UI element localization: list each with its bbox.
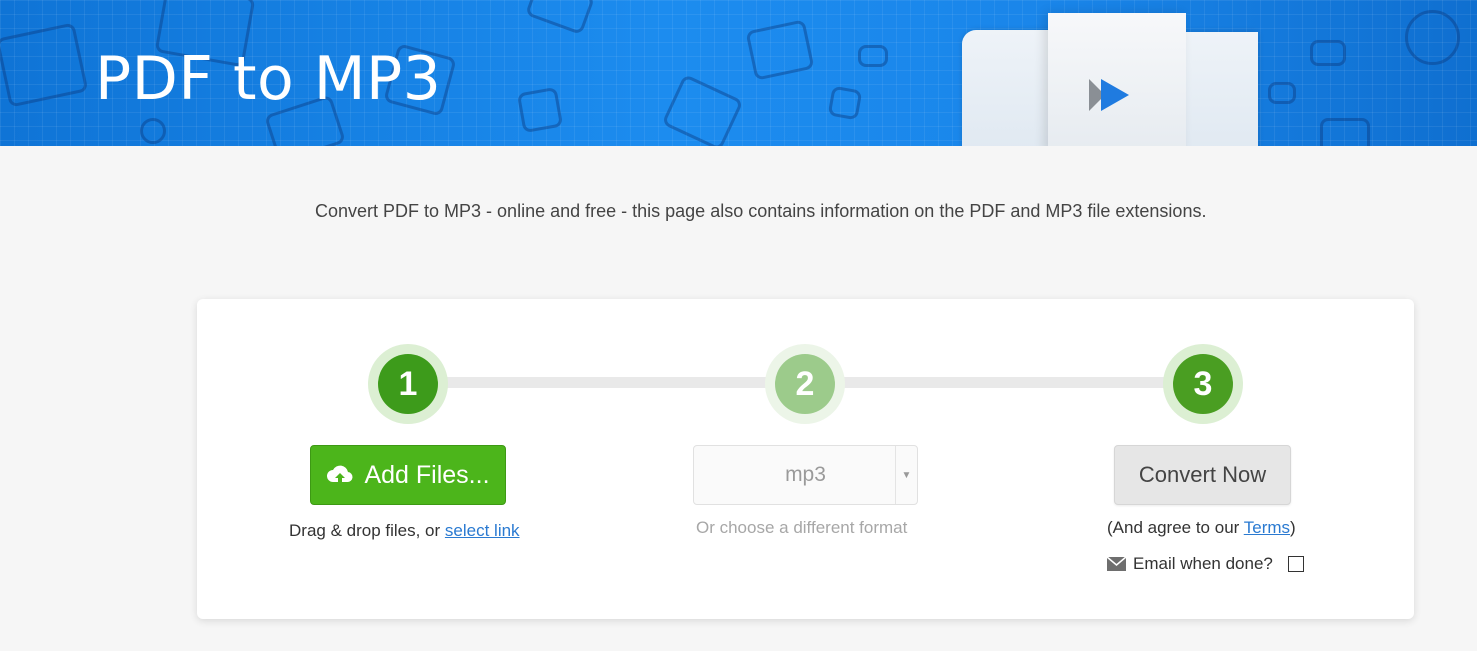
step-track-1-2 [445,377,778,388]
step-3-number: 3 [1173,354,1233,414]
header-banner: PDF to MP3 [0,0,1477,146]
cloud-upload-icon [327,465,353,484]
select-link[interactable]: select link [445,521,520,540]
mail-doodle-icon [858,45,888,67]
intro-text: Convert PDF to MP3 - online and free - t… [315,201,1207,221]
format-selected-value: mp3 [785,463,826,486]
step-3-indicator: 3 [1163,344,1243,424]
music-doodle-icon [516,86,564,134]
magnifier-doodle-icon [140,118,166,144]
drag-drop-hint: Drag & drop files, or select link [289,521,520,541]
terms-suffix: ) [1290,518,1296,537]
step-2-number: 2 [775,354,835,414]
convert-now-button[interactable]: Convert Now [1114,445,1291,505]
format-select[interactable]: mp3 ▼ [693,445,918,505]
folder-small-doodle-icon [1268,82,1296,104]
briefcase-doodle-icon [1320,118,1370,146]
document-front-icon [1048,13,1186,146]
format-hint: Or choose a different format [696,518,908,537]
envelope-icon [1107,557,1126,571]
email-when-done: Email when done? [1107,554,1304,574]
folder-doodle-icon [1310,40,1346,66]
photo-doodle-icon [827,85,863,121]
terms-note: (And agree to our Terms) [1107,518,1296,538]
email-checkbox[interactable] [1287,556,1304,572]
terms-link[interactable]: Terms [1244,518,1290,537]
terms-prefix: (And agree to our [1107,518,1244,537]
disc-doodle-icon [1405,10,1460,65]
step-2-indicator: 2 [765,344,845,424]
drag-drop-text: Drag & drop files, or [289,521,445,540]
step-1-indicator: 1 [368,344,448,424]
add-files-label: Add Files... [364,460,490,489]
add-files-button[interactable]: Add Files... [310,445,506,505]
step-1-number: 1 [378,354,438,414]
step-track-2-3 [835,377,1170,388]
email-label: Email when done? [1133,554,1273,573]
chevron-down-icon[interactable]: ▼ [895,446,917,504]
page-title: PDF to MP3 [95,44,442,114]
play-icon [1089,79,1129,111]
